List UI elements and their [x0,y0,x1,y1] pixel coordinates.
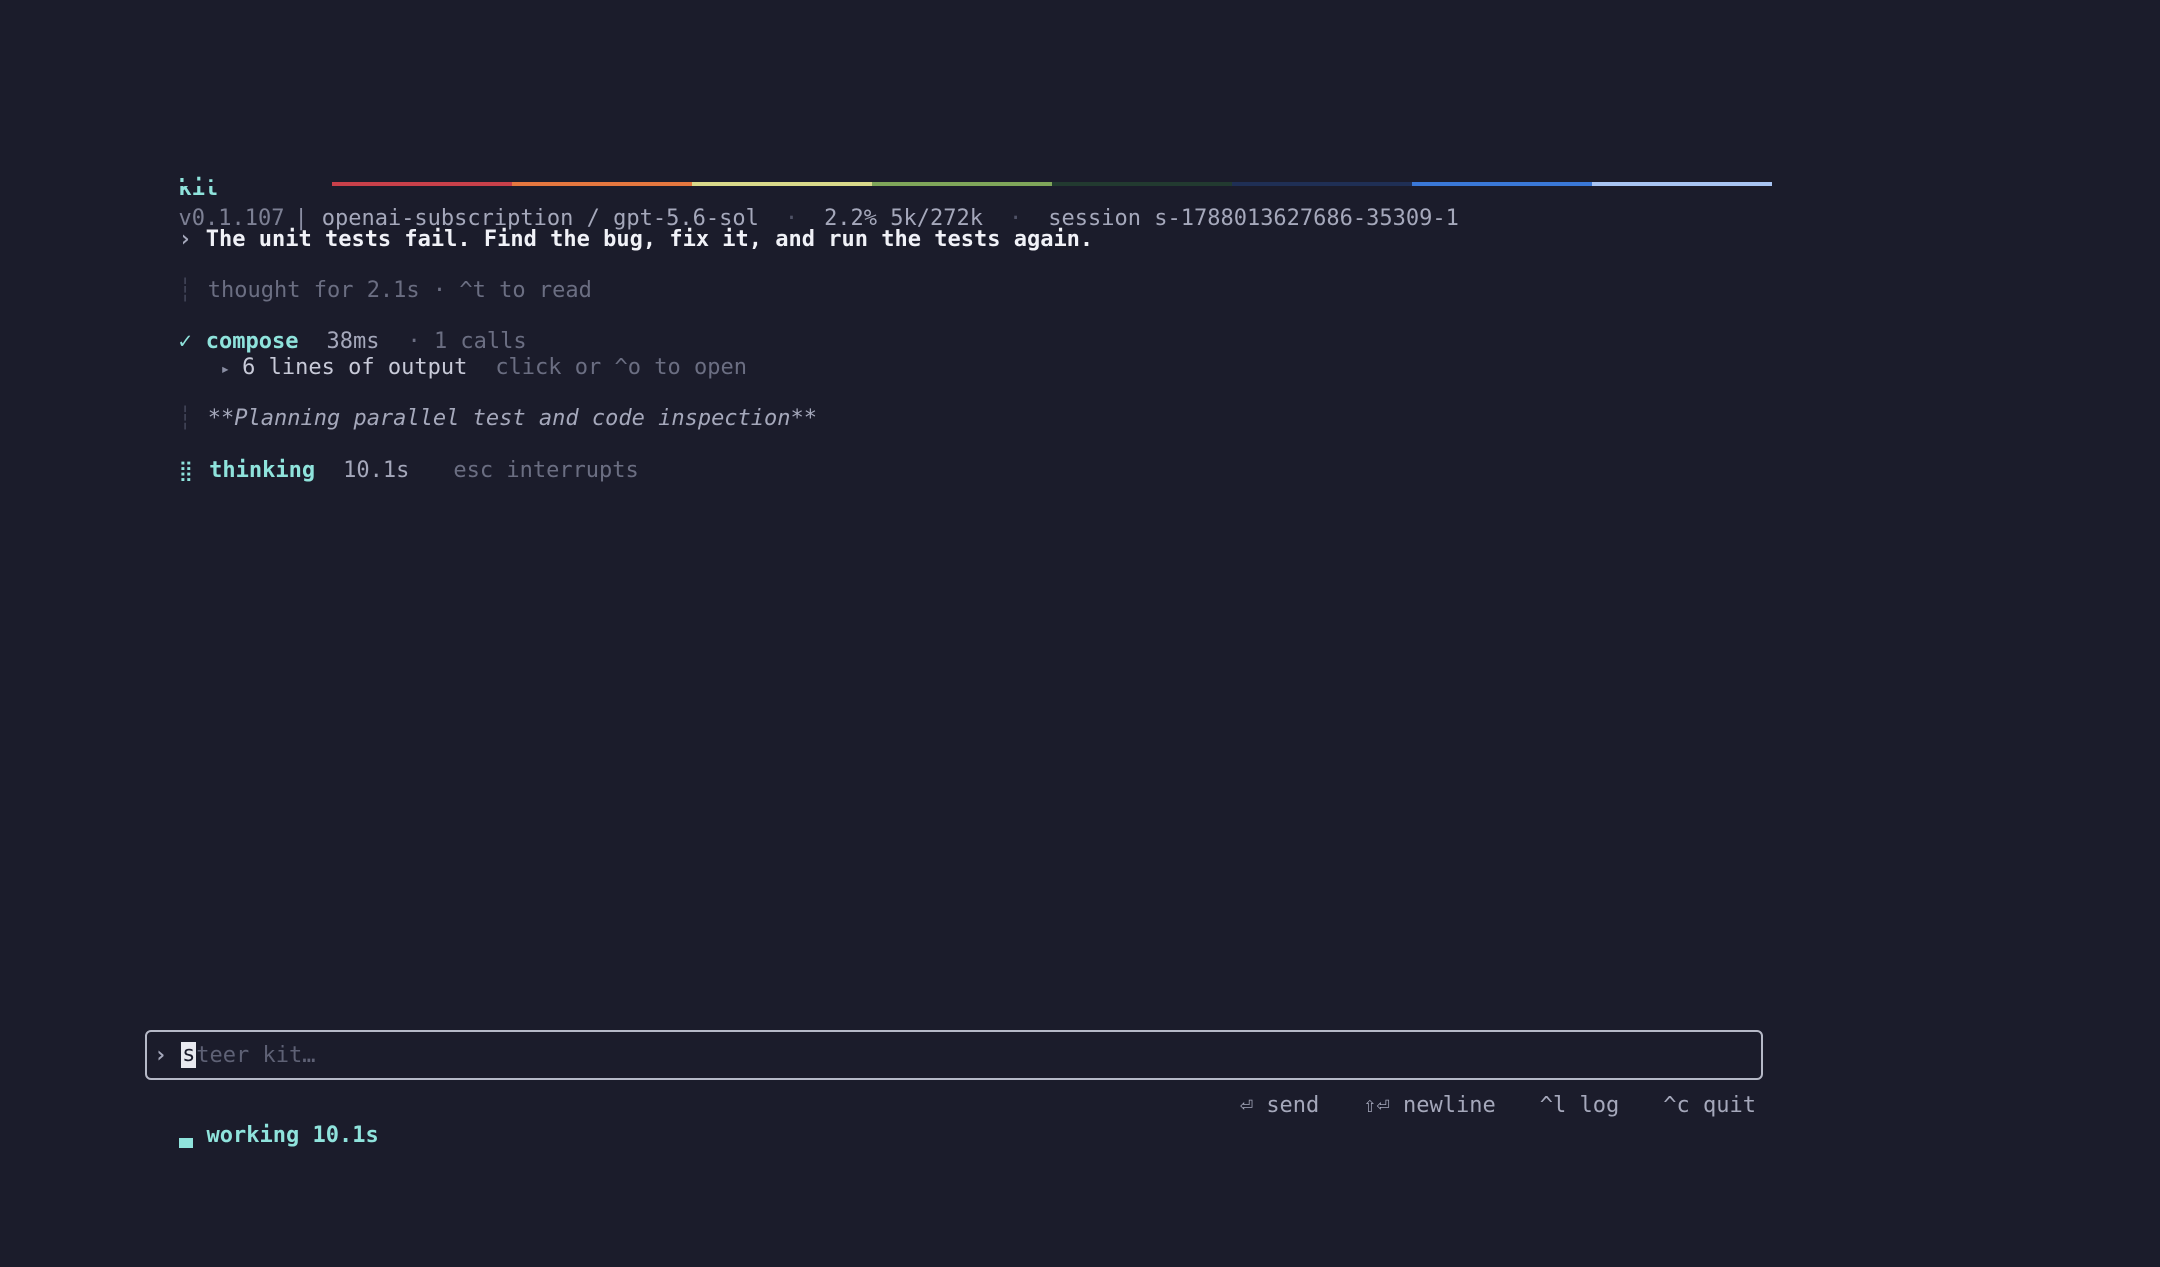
spinner-icon: ⣿ [178,458,194,482]
check-icon: ✓ [178,329,192,354]
hint-send[interactable]: ⏎ send [1240,1091,1319,1121]
working-indicator-icon [178,1138,193,1148]
hint-quit[interactable]: ^c quit [1663,1091,1756,1121]
tool-output-toggle[interactable]: ▸ 6 lines of output click or ^o to open [194,323,747,380]
context-bar-segment [1232,182,1412,186]
steer-input[interactable]: › s teer kit… [145,1030,1763,1080]
user-prompt-line: › The unit tests fail. Find the bug, fix … [152,195,1094,252]
thinking-duration: 10.1s [343,458,410,483]
shift-enter-key-icon: ⇧⏎ [1363,1093,1390,1118]
input-placeholder: teer kit… [196,1042,316,1068]
context-bar-segment [1412,182,1592,186]
hint-newline[interactable]: ⇧⏎ newline [1363,1091,1495,1121]
context-bar-segment [872,182,1052,186]
thinking-hint: esc interrupts [453,458,639,483]
input-caret-icon: › [154,1042,168,1068]
thought-line[interactable]: ┆ thought for 2.1s · ^t to read [152,246,592,303]
enter-key-icon: ⏎ [1239,1093,1254,1118]
planning-line: ┆ **Planning parallel test and code inspe… [152,374,818,431]
context-bar-segment [692,182,872,186]
context-bar-segment [332,182,512,186]
context-bar-segment [512,182,692,186]
context-bar-segment [1052,182,1232,186]
hint-log[interactable]: ^l log [1540,1091,1620,1121]
text-cursor: s [181,1042,197,1068]
header-bar: kit v0.1.107 | openai-subscription / gpt-5… [152,144,1459,231]
status-working: working 10.1s [152,1091,379,1148]
context-bar-segment [152,182,332,186]
working-text: working 10.1s [206,1123,379,1148]
thinking-line: ⣿ thinking 10.1s esc interrupts [152,425,639,483]
context-progress-bar [152,182,1772,186]
context-bar-segment [1592,182,1772,186]
keyboard-hints: ⏎ send ⇧⏎ newline ^l log ^c quit [1240,1091,1756,1121]
session-id: session s-1788013627686-35309-1 [1048,206,1459,231]
thinking-label: thinking [209,458,316,483]
